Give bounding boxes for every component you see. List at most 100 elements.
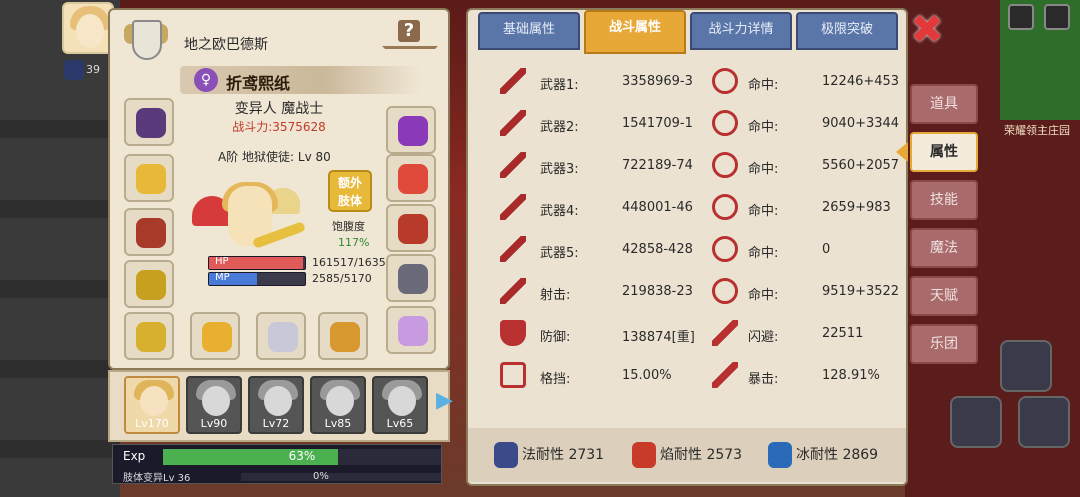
stat-label-secondary: 命中: [748, 204, 779, 219]
mp-label: MP [215, 272, 230, 283]
stat-label: 武器5: [540, 246, 579, 261]
stat-value: 722189-74 [622, 158, 693, 173]
stats-tabs: 基础属性 战斗属性 战斗力详情 极限突破 [478, 10, 898, 54]
target-icon [712, 194, 738, 220]
globe-icon[interactable] [1008, 4, 1034, 30]
hp-label: HP [215, 256, 229, 267]
equip-slot-charm[interactable] [386, 106, 436, 154]
tab-power-details[interactable]: 战斗力详情 [690, 12, 792, 50]
side-menu-attributes[interactable]: 属性 [910, 132, 978, 172]
party-member-4[interactable]: Lv85 [310, 376, 366, 434]
sword-skill-icon[interactable] [950, 396, 1002, 448]
stat-value: 138874[重] [622, 330, 695, 345]
hp-value: 161517/1635 [312, 256, 386, 269]
equip-slot-gloves[interactable] [124, 260, 174, 308]
weapon-slot-2[interactable] [256, 312, 306, 360]
target-icon [712, 236, 738, 262]
weapon-slot-1[interactable] [190, 312, 240, 360]
equip-slot-armor[interactable] [124, 208, 174, 256]
side-menu-items[interactable]: 道具 [910, 84, 978, 124]
exp-bar: 63% [163, 449, 441, 465]
side-menu-talents[interactable]: 天赋 [910, 276, 978, 316]
stat-value: 219838-23 [622, 284, 693, 299]
target-icon [712, 152, 738, 178]
party-member-level: Lv72 [262, 417, 290, 430]
character-panel: 地之欧巴德斯 ? ♀ 折鸢熙纸 变异人 魔战士 战斗力:3575628 A阶 地… [108, 8, 450, 370]
stat-value-secondary: 0 [822, 242, 831, 257]
side-menu-skills[interactable]: 技能 [910, 180, 978, 220]
side-menu-pointer-icon [896, 142, 908, 162]
resistance-row: 法耐性 2731 焰耐性 2573 冰耐性 2869 [468, 428, 906, 482]
equip-slot-boots[interactable] [386, 254, 436, 302]
character-rank: A阶 地狱使徒: Lv 80 [218, 150, 331, 164]
close-icon[interactable]: ✖ [908, 10, 946, 50]
sword-icon [500, 68, 526, 94]
party-roster: Lv170 Lv90 Lv72 Lv85 Lv65 ▶ [108, 370, 453, 442]
stats-panel: 基础属性 战斗属性 战斗力详情 极限突破 武器1: 3358969-3 命中: … [466, 8, 908, 486]
limb-mutation-bar [241, 473, 441, 481]
target-icon [712, 68, 738, 94]
shield-icon [500, 320, 526, 346]
stat-label: 武器1: [540, 78, 579, 93]
bow-skill-icon[interactable] [1018, 396, 1070, 448]
stat-value: 15.00% [622, 368, 672, 383]
tab-basic-attributes[interactable]: 基础属性 [478, 12, 580, 50]
experience-panel: Exp 63% 肢体变异Lv 36 0% [112, 444, 442, 484]
stat-row: 格挡: 15.00% 暴击: 128.91% [476, 356, 900, 396]
party-member-2[interactable]: Lv90 [186, 376, 242, 434]
stat-row: 武器4: 448001-46 命中: 2659+983 [476, 188, 900, 228]
realm-crest-icon [124, 16, 168, 68]
party-member-1[interactable]: Lv170 [124, 376, 180, 434]
character-header: 地之欧巴德斯 ? [110, 10, 448, 68]
stat-label-secondary: 命中: [748, 288, 779, 303]
target-icon [712, 278, 738, 304]
party-member-level: Lv85 [324, 417, 352, 430]
side-menu-magic[interactable]: 魔法 [910, 228, 978, 268]
stat-value-secondary: 128.91% [822, 368, 880, 383]
stat-row: 射击: 219838-23 命中: 9519+3522 [476, 272, 900, 312]
party-next-arrow-icon[interactable]: ▶ [436, 388, 454, 418]
weapon-slot-3[interactable] [318, 312, 368, 360]
exit-icon[interactable] [1044, 4, 1070, 30]
wardrobe-hanger-icon[interactable]: ? [380, 20, 440, 64]
party-member-level: Lv65 [386, 417, 414, 430]
stat-label: 射击: [540, 288, 571, 303]
guild-emblem-icon[interactable] [1000, 340, 1052, 392]
crit-icon [712, 362, 738, 388]
extra-limb-button[interactable]: 额外 肢体 [328, 170, 372, 212]
sword-icon [500, 110, 526, 136]
tab-combat-attributes[interactable]: 战斗属性 [584, 10, 686, 54]
party-member-3[interactable]: Lv72 [248, 376, 304, 434]
party-member-5[interactable]: Lv65 [372, 376, 428, 434]
mp-bar: MP [208, 272, 306, 286]
ice-resist-icon [768, 442, 792, 468]
ice-resistance: 冰耐性 2869 [768, 442, 878, 468]
limb-mutation-percent: 0% [313, 471, 329, 482]
sword-icon [500, 152, 526, 178]
equip-slot-necklace[interactable] [124, 154, 174, 202]
equip-slot-ring[interactable] [124, 312, 174, 360]
stat-row: 武器5: 42858-428 命中: 0 [476, 230, 900, 270]
limb-mutation-label: 肢体变异Lv 36 [123, 473, 191, 484]
stat-value-secondary: 2659+983 [822, 200, 891, 215]
stat-label: 武器4: [540, 204, 579, 219]
equip-slot-pet[interactable] [386, 154, 436, 202]
equip-slot-accessory[interactable] [386, 306, 436, 354]
equip-slot-belt[interactable] [386, 204, 436, 252]
hp-bar: HP [208, 256, 306, 270]
stat-value-secondary: 12246+453 [822, 74, 900, 89]
stat-label-secondary: 命中: [748, 78, 779, 93]
equip-slot-helmet[interactable] [124, 98, 174, 146]
stat-value-secondary: 9519+3522 [822, 284, 900, 299]
stat-value-secondary: 22511 [822, 326, 864, 341]
stat-label: 防御: [540, 330, 571, 345]
satiety-value: 117% [338, 236, 370, 249]
character-sprite [192, 182, 307, 264]
combat-stats-list: 武器1: 3358969-3 命中: 12246+453 武器2: 154170… [476, 62, 900, 418]
female-gender-icon: ♀ [194, 68, 218, 92]
side-menu-band[interactable]: 乐团 [910, 324, 978, 364]
tab-limit-break[interactable]: 极限突破 [796, 12, 898, 50]
target-icon [712, 110, 738, 136]
player-avatar[interactable] [62, 2, 114, 54]
party-member-level: Lv170 [135, 417, 169, 430]
